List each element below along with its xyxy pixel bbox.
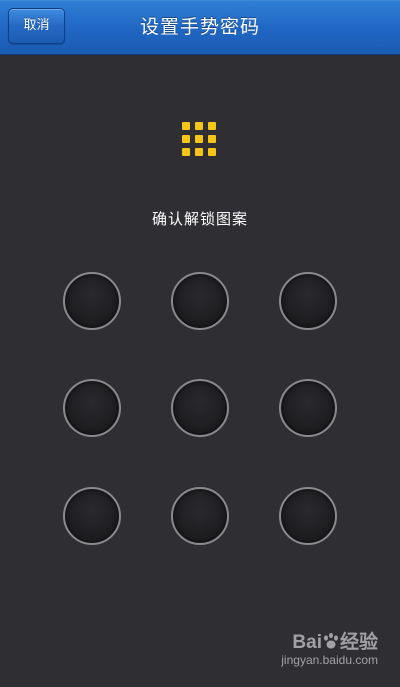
watermark-logo-right: 经验 bbox=[339, 632, 378, 653]
preview-dot bbox=[182, 148, 190, 156]
pattern-grid-icon bbox=[182, 122, 218, 158]
navigation-bar: 设置手势密码 取消 bbox=[0, 0, 400, 55]
confirm-pattern-prompt: 确认解锁图案 bbox=[151, 210, 248, 228]
pattern-node-2-2[interactable] bbox=[171, 379, 229, 437]
pattern-node-1-1[interactable] bbox=[63, 272, 121, 330]
paw-icon bbox=[323, 632, 338, 649]
cancel-button[interactable]: 取消 bbox=[8, 8, 65, 44]
pattern-node-3-2[interactable] bbox=[171, 487, 229, 545]
pattern-node-3-3[interactable] bbox=[279, 487, 337, 545]
preview-dot bbox=[208, 148, 216, 156]
pattern-node-1-2[interactable] bbox=[171, 272, 229, 330]
preview-dot bbox=[195, 135, 203, 143]
watermark-logo-left: Bai bbox=[292, 632, 322, 653]
watermark-url: jingyan.baidu.com bbox=[281, 653, 378, 667]
preview-dot bbox=[208, 135, 216, 143]
preview-dot bbox=[182, 135, 190, 143]
pattern-node-3-1[interactable] bbox=[63, 487, 121, 545]
watermark-logo: Bai 经验 bbox=[292, 627, 378, 654]
pattern-node-1-3[interactable] bbox=[279, 272, 337, 330]
preview-dot bbox=[208, 122, 216, 130]
preview-dot bbox=[195, 148, 203, 156]
pattern-node-2-3[interactable] bbox=[279, 379, 337, 437]
preview-dot bbox=[182, 122, 190, 130]
baidu-jingyan-watermark: Bai 经验 jingyan.baidu.com bbox=[258, 627, 378, 677]
preview-dot bbox=[195, 122, 203, 130]
pattern-node-2-1[interactable] bbox=[63, 379, 121, 437]
